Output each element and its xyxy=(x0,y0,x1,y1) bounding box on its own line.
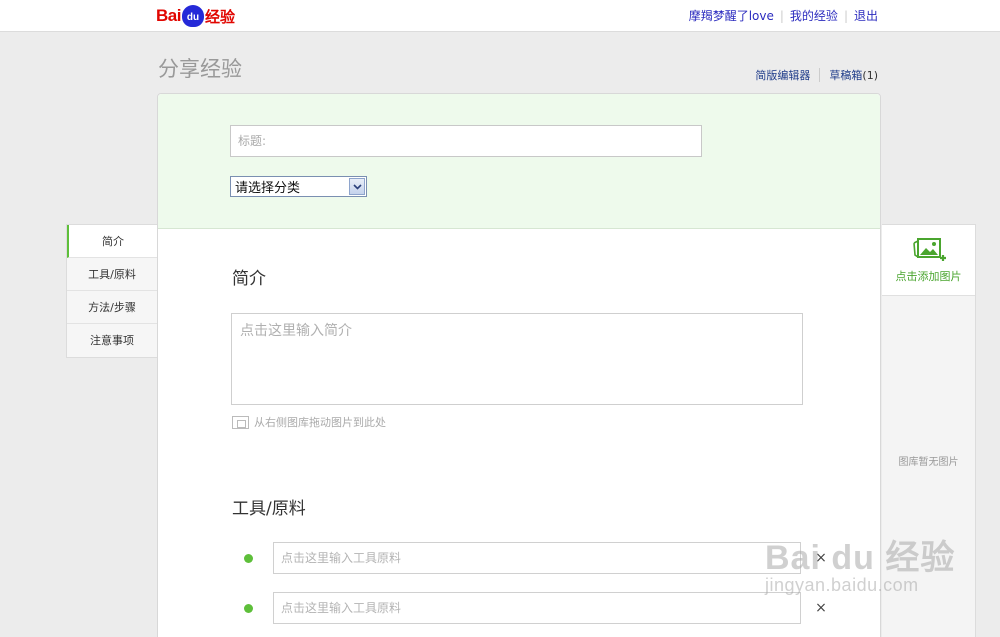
drafts-label: 草稿箱 xyxy=(829,69,863,82)
divider: | xyxy=(843,8,848,23)
title-input[interactable] xyxy=(230,125,702,157)
category-select-value: 请选择分类 xyxy=(235,181,301,196)
page-title: 分享经验 xyxy=(158,57,242,81)
bullet-dot-icon xyxy=(244,553,253,563)
editor-links: 简版编辑器 草稿箱(1) xyxy=(755,67,878,83)
tools-heading: 工具/原料 xyxy=(232,499,306,519)
baidu-jingyan-logo[interactable]: Bai du 经验 xyxy=(156,3,235,29)
nav-item-intro[interactable]: 简介 xyxy=(67,225,157,258)
add-image-button[interactable]: 点击添加图片 xyxy=(882,225,975,296)
top-bar: Bai du 经验 摩羯梦醒了love | 我的经验 | 退出 xyxy=(0,0,1000,32)
divider: | xyxy=(779,8,784,23)
drag-image-hint: 从右侧图库拖动图片到此处 xyxy=(232,414,386,430)
empty-library-text: 图库暂无图片 xyxy=(898,457,959,468)
drafts-count: (1) xyxy=(862,69,878,82)
category-select[interactable]: 请选择分类 xyxy=(230,176,367,197)
drafts-link[interactable]: 草稿箱(1) xyxy=(829,67,878,83)
baidu-watermark: Bai du 经验 jingyan.baidu.com xyxy=(765,530,955,596)
simple-editor-link[interactable]: 简版编辑器 xyxy=(755,67,810,83)
intro-textarea[interactable] xyxy=(231,313,803,405)
divider xyxy=(819,68,821,82)
drag-hint-text: 从右侧图库拖动图片到此处 xyxy=(254,416,386,429)
logout-link[interactable]: 退出 xyxy=(854,7,878,24)
logo-text-jingyan: 经验 xyxy=(204,7,235,26)
nav-item-steps[interactable]: 方法/步骤 xyxy=(67,291,157,324)
tool-row: × xyxy=(244,592,831,624)
tool-input[interactable] xyxy=(273,592,801,624)
add-image-icon xyxy=(912,238,946,261)
delete-icon[interactable]: × xyxy=(811,600,831,616)
nav-item-tools[interactable]: 工具/原料 xyxy=(67,258,157,291)
logo-paw-icon: du xyxy=(181,5,204,27)
username-link[interactable]: 摩羯梦醒了love xyxy=(689,7,774,24)
user-links: 摩羯梦醒了love | 我的经验 | 退出 xyxy=(689,7,878,24)
intro-heading: 简介 xyxy=(232,269,266,289)
tool-input[interactable] xyxy=(273,542,801,574)
add-image-label: 点击添加图片 xyxy=(895,270,962,283)
chevron-down-icon[interactable] xyxy=(349,178,365,195)
section-nav: 简介 工具/原料 方法/步骤 注意事项 xyxy=(66,224,157,358)
watermark-logo: Bai du 经验 xyxy=(765,539,956,577)
tool-row: × xyxy=(244,542,831,574)
bullet-dot-icon xyxy=(244,603,253,613)
nav-item-notes[interactable]: 注意事项 xyxy=(67,324,157,357)
image-icon xyxy=(232,415,249,429)
logo-text-bai: Bai xyxy=(156,6,181,25)
my-experience-link[interactable]: 我的经验 xyxy=(790,7,838,24)
title-area: 请选择分类 xyxy=(158,94,880,229)
